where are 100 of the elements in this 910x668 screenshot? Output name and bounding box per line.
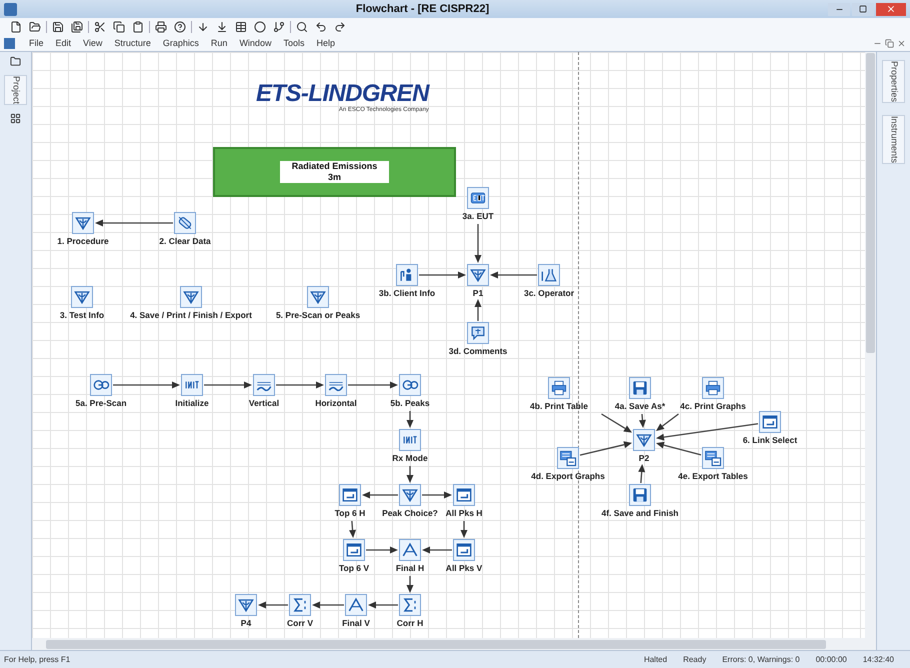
connector-arrow	[258, 602, 288, 608]
status-help: For Help, press F1	[4, 654, 70, 666]
close-button[interactable]	[876, 2, 906, 16]
redo-icon	[334, 21, 346, 33]
save-button[interactable]	[50, 19, 66, 35]
funnel-icon	[399, 484, 421, 506]
node-label: Vertical	[248, 399, 280, 408]
status-item: Halted	[644, 654, 668, 666]
ring-icon	[90, 374, 112, 396]
person-icon	[396, 264, 418, 286]
connector-arrow	[580, 441, 632, 456]
flask-icon	[538, 264, 560, 286]
status-item: 00:00:00	[816, 654, 847, 666]
maximize-button[interactable]	[852, 2, 874, 16]
node-label: 3a. EUT	[462, 212, 494, 220]
connector-arrow	[204, 382, 252, 388]
node-label: 3c. Operator	[524, 289, 574, 298]
menu-item[interactable]: View	[77, 36, 108, 50]
menu-item[interactable]: File	[23, 36, 50, 50]
maximize-icon	[859, 5, 867, 13]
menu-item[interactable]: Help	[310, 36, 341, 50]
cut-icon	[94, 21, 106, 33]
connector-arrow	[406, 411, 414, 428]
horizontal-scrollbar[interactable]	[32, 638, 876, 650]
funnel-icon	[633, 429, 655, 451]
status-item: Errors: 0, Warnings: 0	[722, 654, 800, 666]
connector-arrow	[348, 382, 398, 388]
step-icon	[216, 21, 228, 33]
window-title: Flowchart - [RE CISPR22]	[356, 2, 490, 17]
save-all-icon	[71, 21, 83, 33]
menu-item[interactable]: Run	[204, 36, 234, 50]
connector-arrow	[366, 546, 398, 554]
restore-button[interactable]	[885, 39, 894, 48]
connector-arrow	[406, 466, 414, 483]
panel-tab[interactable]: Instruments	[882, 115, 906, 164]
undo-icon	[315, 21, 327, 33]
save-icon	[52, 21, 64, 33]
funnel-icon	[180, 286, 202, 308]
scrollbar-thumb[interactable]	[866, 53, 875, 353]
folder-icon[interactable]	[10, 56, 21, 67]
connector-arrow	[362, 492, 398, 498]
lines-icon	[181, 374, 203, 396]
connector-arrow	[474, 299, 482, 321]
speech-bubble-icon	[467, 322, 489, 344]
menu-item[interactable]: Window	[233, 36, 278, 50]
eraser-icon	[174, 212, 196, 234]
print-icon	[155, 21, 167, 33]
node-label: 5. Pre-Scan or Peaks	[276, 311, 360, 320]
record-button[interactable]	[252, 19, 268, 35]
node-label: 3. Test Info	[60, 311, 104, 320]
sigma-icon	[289, 594, 311, 616]
help-button[interactable]	[172, 19, 188, 35]
branch-icon	[273, 21, 285, 33]
copy-button[interactable]	[111, 19, 127, 35]
node-label: 4c. Print Graphs	[680, 402, 746, 410]
node-label: 2. Clear Data	[159, 237, 211, 246]
grid-icon[interactable]	[10, 113, 21, 124]
app-icon[interactable]	[4, 2, 17, 16]
node-label: 4f. Save and Finish	[602, 509, 678, 518]
menu-item[interactable]: Structure	[108, 36, 157, 50]
node-label: 1. Procedure	[57, 237, 109, 246]
node-label: P1	[472, 289, 484, 298]
menu-item[interactable]: Edit	[50, 36, 78, 50]
node-label: Rx Mode	[392, 454, 428, 462]
connector-arrow	[419, 272, 466, 278]
close-document-button[interactable]	[897, 39, 906, 48]
minimize-button[interactable]	[828, 2, 850, 16]
node-label: Corr V	[287, 619, 313, 628]
menu-item[interactable]: Graphics	[156, 36, 205, 50]
export-icon	[557, 447, 579, 469]
save-all-button[interactable]	[69, 19, 85, 35]
printer-icon	[548, 377, 570, 399]
lines-icon	[399, 429, 421, 451]
vertical-scrollbar[interactable]	[865, 52, 876, 638]
node-label: 3d. Comments	[448, 347, 508, 356]
wave-icon	[325, 374, 347, 396]
table-button[interactable]	[233, 19, 249, 35]
search-button[interactable]	[294, 19, 310, 35]
new-file-icon	[10, 21, 22, 33]
node-label: 4b. Print Table	[530, 402, 588, 410]
panel-tab[interactable]: Properties	[882, 60, 906, 104]
connector-arrow	[460, 521, 468, 538]
node-label: 4a. Save As*	[614, 402, 666, 410]
window-icon	[343, 539, 365, 561]
menu-item[interactable]: Tools	[277, 36, 310, 50]
connector-arrow	[113, 382, 180, 388]
node-label: 4. Save / Print / Finish / Export	[130, 311, 252, 320]
search-icon	[296, 21, 308, 33]
close-icon	[897, 39, 906, 48]
branch-button[interactable]	[271, 19, 287, 35]
node-label: Final V	[342, 619, 370, 628]
scrollbar-thumb[interactable]	[46, 640, 826, 648]
sigma-icon	[399, 594, 421, 616]
panel-tab[interactable]: Project	[4, 75, 28, 106]
connector-arrow	[638, 464, 646, 484]
node-label: Horizontal	[315, 399, 357, 408]
export-icon	[702, 447, 724, 469]
connector-arrow	[406, 576, 414, 593]
window-icon	[453, 539, 475, 561]
print-button[interactable]	[153, 19, 169, 35]
